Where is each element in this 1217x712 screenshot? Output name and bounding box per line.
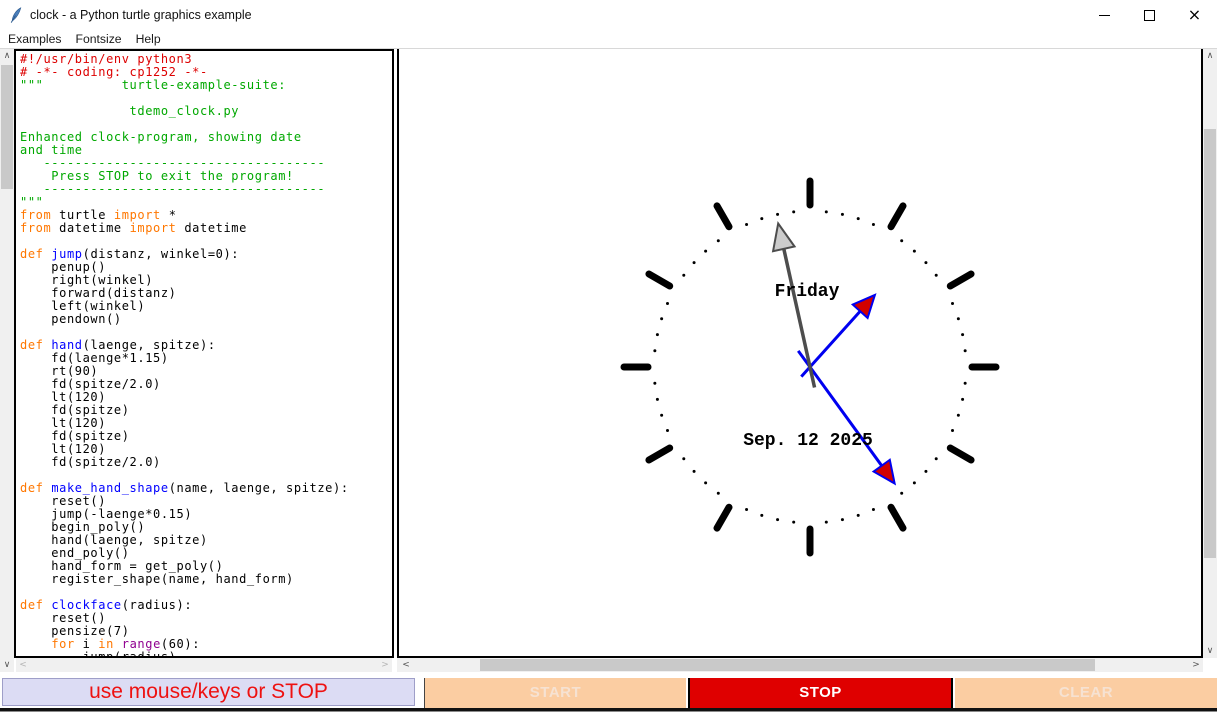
scroll-left-icon[interactable]: < [16,658,30,672]
canvas-vscrollbar[interactable]: ∧ ∨ [1203,49,1217,658]
scroll-down-icon[interactable]: ∨ [1203,644,1217,658]
bottombar: use mouse/keys or STOP START STOP CLEAR [0,678,1217,708]
menubar: ExamplesFontsizeHelp [0,30,1217,49]
status-message: use mouse/keys or STOP [2,678,415,706]
menu-item-examples[interactable]: Examples [2,32,68,46]
turtle-canvas[interactable] [397,49,1203,658]
scroll-up-icon[interactable]: ∧ [0,49,14,63]
code-line: register_shape(name, hand_form) [20,573,392,586]
maximize-button[interactable] [1127,0,1172,30]
scroll-down-icon[interactable]: ∨ [0,658,14,672]
menu-item-fontsize[interactable]: Fontsize [70,32,128,46]
code-line: """ turtle-example-suite: [20,79,392,92]
close-button[interactable]: × [1172,0,1217,30]
code-line: ------------------------------------ [20,183,392,196]
scroll-right-icon[interactable]: > [1189,658,1203,672]
code-pane: #!/usr/bin/env python3# -*- coding: cp12… [14,49,394,658]
scroll-up-icon[interactable]: ∧ [1203,49,1217,63]
code-line: tdemo_clock.py [20,105,392,118]
code-line: jump(radius) [20,651,392,658]
canvas-vscrollbar-thumb[interactable] [1204,129,1216,558]
menu-item-help[interactable]: Help [130,32,167,46]
scroll-left-icon[interactable]: < [399,658,413,672]
minimize-button[interactable] [1082,0,1127,30]
code-line: pendown() [20,313,392,326]
code-editor[interactable]: #!/usr/bin/env python3# -*- coding: cp12… [16,51,392,658]
stop-button[interactable]: STOP [688,678,953,708]
close-icon: × [1188,7,1201,23]
window-title: clock - a Python turtle graphics example [30,0,252,30]
feather-icon [9,7,23,23]
titlebar: clock - a Python turtle graphics example… [0,0,1217,30]
editor-hscrollbar[interactable]: < > [16,658,392,672]
code-line: from datetime import datetime [20,222,392,235]
minimize-icon [1099,15,1110,16]
canvas-hscrollbar-thumb[interactable] [480,659,1095,671]
code-line: fd(spitze/2.0) [20,456,392,469]
scroll-right-icon[interactable]: > [378,658,392,672]
editor-vscrollbar-thumb[interactable] [1,65,13,189]
start-button[interactable]: START [424,678,686,708]
canvas-hscrollbar[interactable]: < > [397,658,1203,672]
editor-vscrollbar[interactable]: ∧ ∨ [0,49,14,672]
maximize-icon [1144,10,1155,21]
clear-button[interactable]: CLEAR [955,678,1217,708]
